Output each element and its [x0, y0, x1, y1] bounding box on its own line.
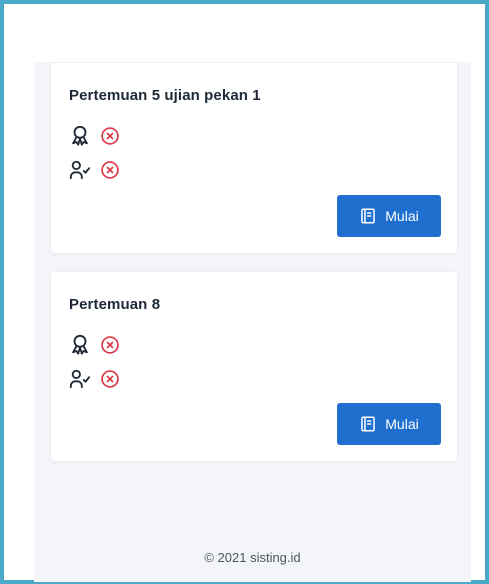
award-icon [69, 334, 91, 356]
certificate-status-row [69, 125, 121, 147]
start-button[interactable]: Mulai [337, 195, 441, 237]
start-button[interactable]: Mulai [337, 403, 441, 445]
certificate-status-row [69, 334, 121, 356]
start-button-label: Mulai [385, 416, 419, 432]
start-button-label: Mulai [385, 208, 419, 224]
attendance-status-row [69, 368, 121, 390]
footer-copyright: © 2021 sisting.id [204, 550, 301, 565]
meeting-card: Pertemuan 8 Mulai [50, 271, 458, 462]
x-circle-icon [99, 334, 121, 356]
meeting-title: Pertemuan 5 ujian pekan 1 [69, 87, 261, 104]
screenshot-frame: Pertemuan 5 ujian pekan 1 Mulai Pertemua… [0, 0, 489, 584]
page-content: Pertemuan 5 ujian pekan 1 Mulai Pertemua… [34, 62, 471, 582]
x-circle-icon [99, 159, 121, 181]
meeting-title: Pertemuan 8 [69, 296, 161, 313]
award-icon [69, 125, 91, 147]
meeting-card: Pertemuan 5 ujian pekan 1 Mulai [50, 62, 458, 254]
attendance-status-row [69, 159, 121, 181]
x-circle-icon [99, 125, 121, 147]
book-icon [359, 207, 377, 225]
user-check-icon [69, 368, 91, 390]
x-circle-icon [99, 368, 121, 390]
book-icon [359, 415, 377, 433]
user-check-icon [69, 159, 91, 181]
